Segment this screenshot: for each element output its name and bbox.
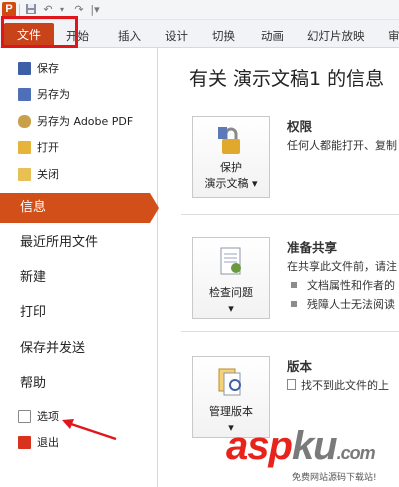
versions-heading: 版本	[287, 359, 313, 374]
prepare-sharing-bullet: 残障人士无法阅读	[307, 298, 395, 311]
powerpoint-logo-icon: P	[2, 2, 16, 17]
redo-icon[interactable]: ↷	[72, 3, 86, 16]
tab-insert[interactable]: 插入	[118, 26, 141, 46]
nav-save-and-send[interactable]: 保存并发送	[0, 334, 158, 364]
protect-button-sublabel: 演示文稿 ▾	[204, 177, 258, 190]
permissions-description: 任何人都能打开、复制	[287, 139, 397, 152]
section-divider	[181, 214, 399, 215]
save-as-pdf-command[interactable]: 另存为 Adobe PDF	[0, 110, 158, 132]
tab-transitions[interactable]: 切换	[212, 26, 235, 46]
backstage-info-pane: 有关 演示文稿1 的信息 保护 演示文稿 ▾ 权限 任何人都能打开、复制 检查问…	[159, 48, 399, 487]
bullet-icon	[291, 282, 297, 288]
chevron-down-icon[interactable]: ▾	[55, 3, 69, 16]
save-as-command-label: 另存为	[37, 88, 70, 101]
save-as-command[interactable]: 另存为	[0, 83, 158, 105]
manage-versions-icon	[216, 365, 246, 397]
check-document-icon	[216, 246, 246, 278]
check-issues-button-label: 检查问题	[209, 286, 253, 299]
versions-description: 找不到此文件的上	[287, 377, 389, 393]
check-for-issues-button[interactable]: 检查问题 ▾	[192, 237, 270, 319]
versions-description-text: 找不到此文件的上	[301, 379, 389, 392]
watermark-logo: aspku.com	[226, 424, 376, 468]
options-command-label: 选项	[37, 410, 59, 423]
nav-recent[interactable]: 最近所用文件	[0, 228, 158, 258]
open-folder-icon	[18, 140, 31, 154]
exit-command-label: 退出	[37, 436, 59, 449]
customize-toolbar-icon[interactable]: |▾	[88, 3, 102, 16]
tab-design[interactable]: 设计	[165, 26, 188, 46]
undo-icon[interactable]: ↶	[41, 3, 55, 16]
page-title: 有关 演示文稿1 的信息	[189, 68, 385, 90]
manage-versions-button-label: 管理版本	[209, 405, 253, 418]
permissions-heading: 权限	[287, 119, 313, 134]
nav-new[interactable]: 新建	[0, 263, 158, 293]
close-command[interactable]: 关闭	[0, 163, 158, 185]
quick-access-toolbar: P ↶ ▾ ↷ |▾	[0, 0, 399, 20]
save-as-icon	[18, 87, 31, 101]
prepare-sharing-description: 在共享此文件前，请注	[287, 260, 397, 273]
nav-info[interactable]: 信息	[0, 193, 150, 223]
watermark-subtitle: 免费网站源码下载站!	[292, 473, 377, 483]
options-icon	[18, 409, 31, 423]
save-command-label: 保存	[37, 62, 59, 75]
prepare-sharing-bullet: 文档属性和作者的	[307, 279, 395, 292]
open-command-label: 打开	[37, 141, 59, 154]
open-command[interactable]: 打开	[0, 136, 158, 158]
annotation-arrow-icon	[62, 419, 117, 441]
toolbar-divider	[19, 4, 20, 16]
nav-help[interactable]: 帮助	[0, 369, 158, 399]
tab-animations[interactable]: 动画	[261, 26, 284, 46]
save-command[interactable]: 保存	[0, 57, 158, 79]
ribbon-tab-bar: 文件 开始 插入 设计 切换 动画 幻灯片放映 审	[0, 20, 399, 48]
tab-home[interactable]: 开始	[66, 26, 89, 46]
pdf-icon	[18, 114, 31, 128]
save-as-pdf-command-label: 另存为 Adobe PDF	[37, 115, 134, 128]
close-folder-icon	[18, 167, 31, 181]
prepare-sharing-heading: 准备共享	[287, 240, 338, 255]
close-command-label: 关闭	[37, 168, 59, 181]
save-icon	[18, 61, 31, 75]
document-icon	[287, 379, 296, 390]
section-divider	[181, 331, 399, 332]
save-icon[interactable]	[24, 3, 38, 16]
nav-active-pointer	[150, 193, 159, 223]
check-issues-dropdown-arrow: ▾	[228, 302, 234, 315]
tab-slideshow[interactable]: 幻灯片放映	[307, 26, 365, 46]
tab-review[interactable]: 审	[388, 26, 399, 46]
lock-key-icon	[216, 125, 246, 157]
exit-icon	[18, 435, 31, 449]
protect-button-label: 保护	[220, 161, 242, 174]
nav-print[interactable]: 打印	[0, 298, 158, 328]
protect-presentation-button[interactable]: 保护 演示文稿 ▾	[192, 116, 270, 198]
bullet-icon	[291, 301, 297, 307]
tab-file[interactable]: 文件	[4, 23, 54, 47]
